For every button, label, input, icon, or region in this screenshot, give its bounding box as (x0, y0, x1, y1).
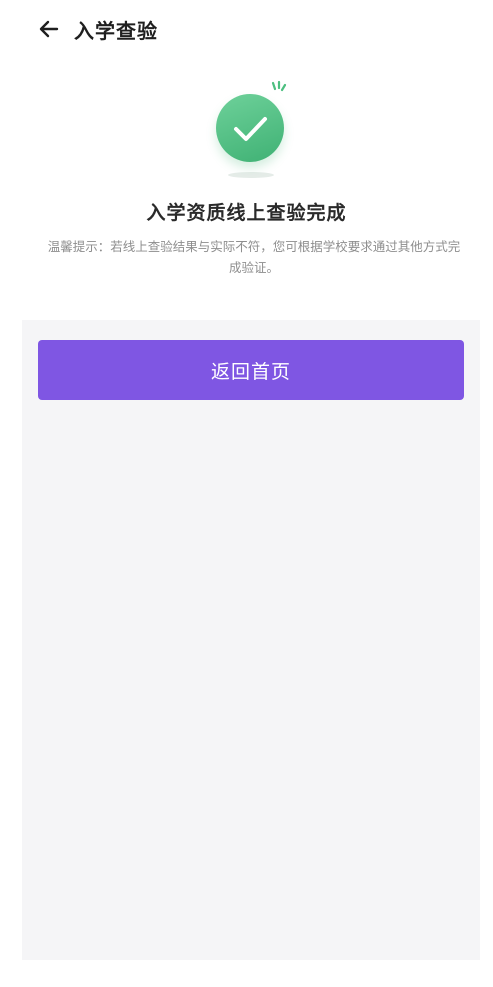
arrow-left-icon (39, 20, 59, 38)
icon-shadow (228, 172, 274, 178)
return-home-button[interactable]: 返回首页 (38, 340, 464, 400)
result-title: 入学资质线上查验完成 (146, 202, 347, 224)
success-indicator (212, 80, 290, 190)
result-section: 入学资质线上查验完成 温馨提示：若线上查验结果与实际不符，您可根据学校要求通过其… (0, 58, 493, 320)
sparkle-icon (271, 80, 287, 92)
check-circle-icon (216, 94, 284, 162)
page-title: 入学查验 (74, 18, 158, 43)
back-button[interactable] (36, 16, 62, 42)
tip-text: 温馨提示：若线上查验结果与实际不符，您可根据学校要求通过其他方式完成验证。 (47, 239, 461, 275)
content-area: 返回首页 (22, 320, 480, 960)
app-header: 入学查验 (0, 0, 493, 58)
